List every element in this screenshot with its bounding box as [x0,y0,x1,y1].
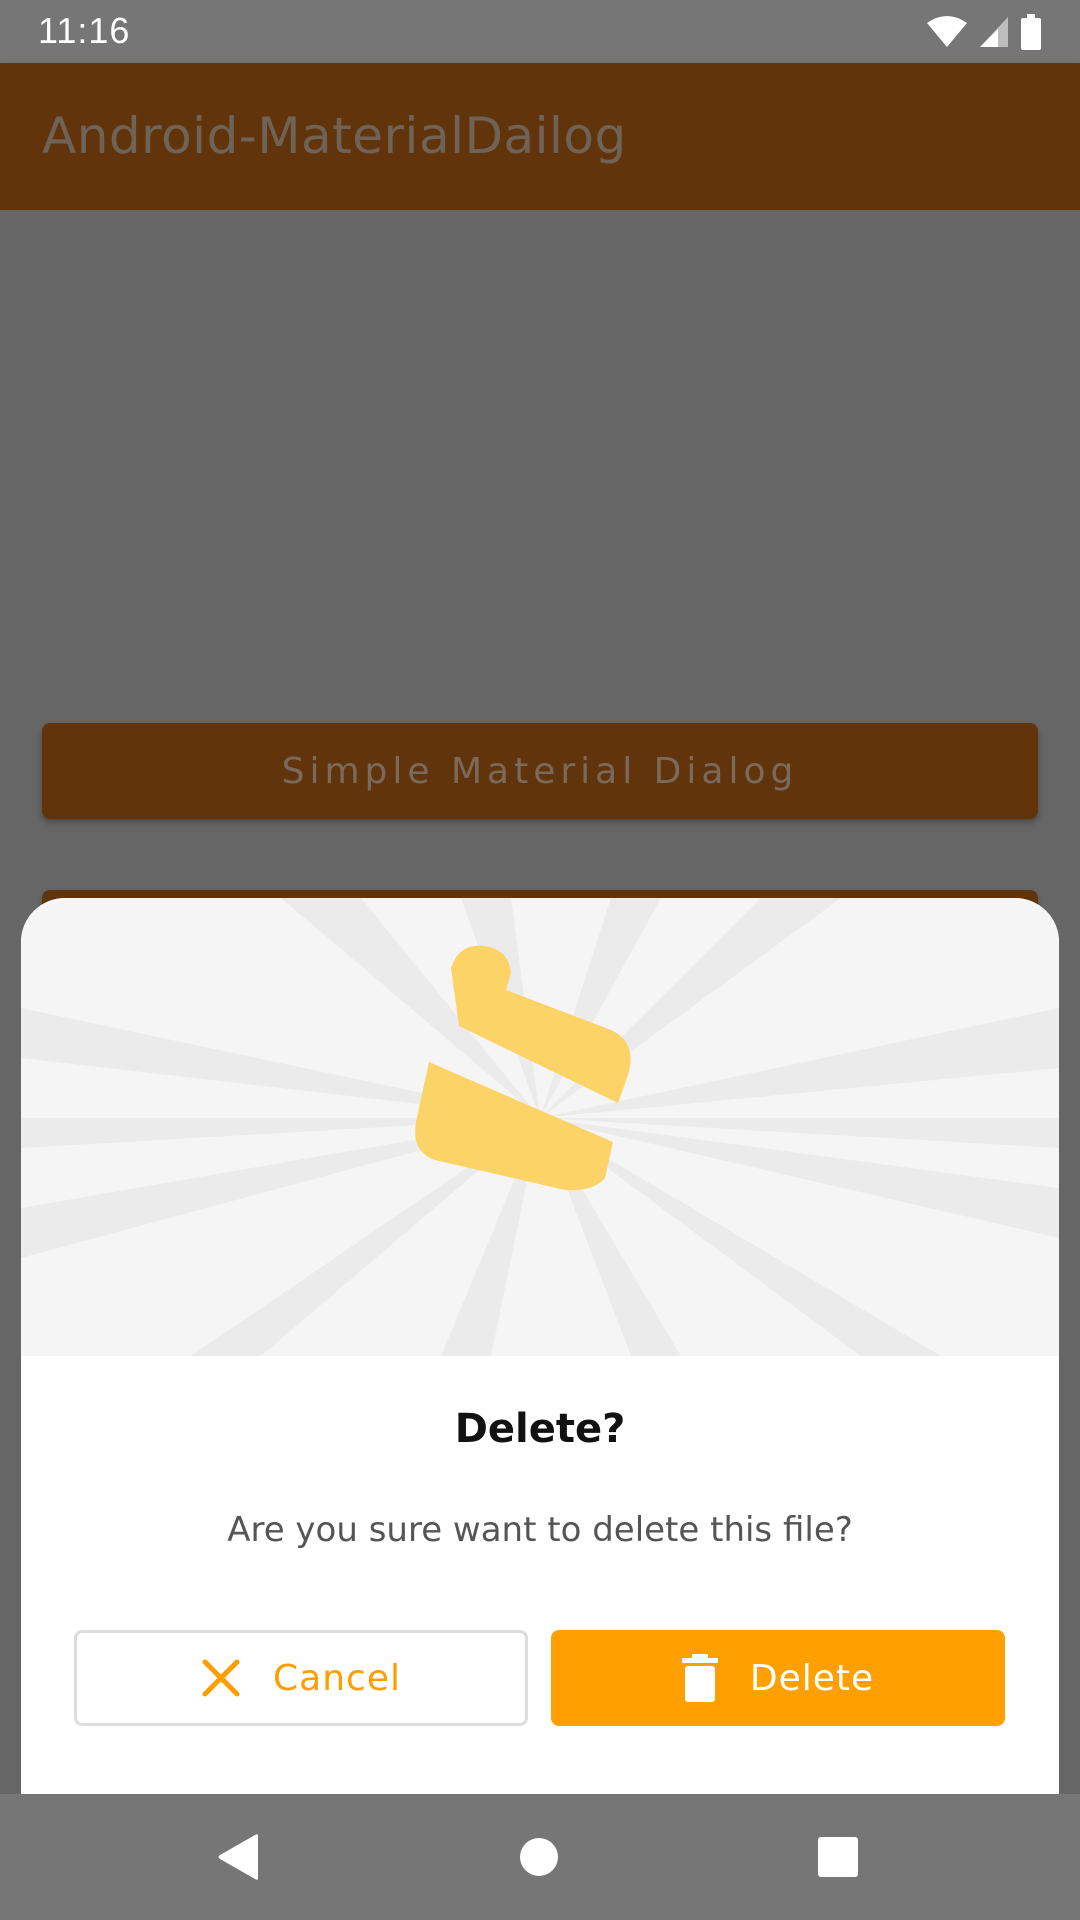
dialog-message: Are you sure want to delete this file? [227,1510,853,1550]
status-time: 11:16 [38,10,131,51]
dialog-illustration [21,898,1059,1356]
simple-material-dialog-button[interactable]: Simple Material Dialog [42,723,1038,819]
delete-button[interactable]: Delete [551,1630,1005,1726]
close-icon [201,1658,241,1698]
navigation-bar [0,1794,1080,1920]
wifi-icon [927,16,967,47]
material-dialog: Delete? Are you sure want to delete this… [21,898,1059,1794]
back-icon[interactable] [216,1832,262,1882]
trash-icon [681,1654,718,1702]
status-icons [926,12,1042,52]
eraser-icon [415,945,631,1191]
status-bar: 11:16 [0,0,1080,63]
signal-icon [980,17,1008,47]
home-icon[interactable] [519,1832,559,1882]
screen: 11:16 Android-MaterialDailog Simple Mate… [0,0,1080,1920]
cancel-button-label: Cancel [273,1657,401,1699]
cancel-button[interactable]: Cancel [74,1630,528,1726]
recents-icon[interactable] [817,1832,859,1882]
dialog-title: Delete? [454,1406,626,1452]
app-bar: Android-MaterialDailog [0,63,1080,210]
delete-button-label: Delete [749,1657,875,1699]
app-title: Android-MaterialDailog [42,107,627,165]
battery-icon [1021,14,1041,50]
